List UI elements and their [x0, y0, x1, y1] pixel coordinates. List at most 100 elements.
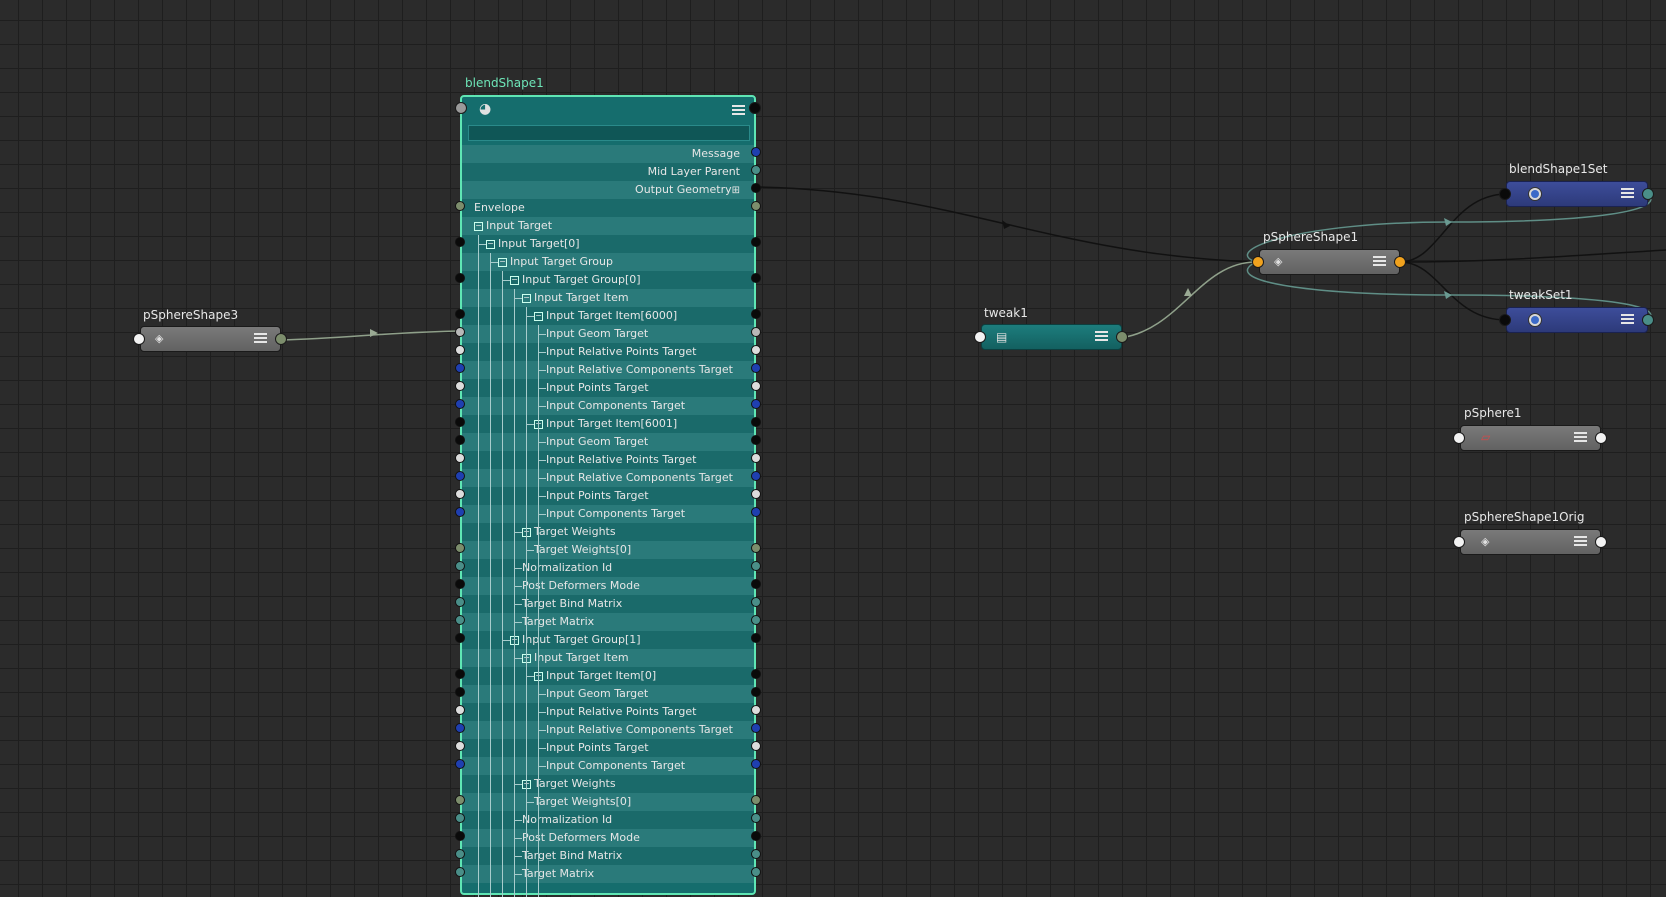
attribute-output-port[interactable]	[751, 435, 761, 445]
attribute-row[interactable]: Post Deformers Mode	[462, 577, 754, 595]
attribute-row[interactable]: Input Components Target	[462, 757, 754, 775]
expand-icon[interactable]: ⊞	[732, 185, 740, 196]
tweak1-input-port[interactable]	[974, 331, 986, 343]
attribute-row[interactable]: −Input Target Item[6001]	[462, 415, 754, 433]
attribute-output-port[interactable]	[751, 705, 761, 715]
attribute-menu-icon[interactable]	[732, 105, 745, 117]
attribute-output-port[interactable]	[751, 363, 761, 373]
attribute-row[interactable]: − Input Target Group[0]	[462, 271, 754, 289]
attribute-output-port[interactable]	[751, 201, 761, 211]
attribute-row[interactable]: Output Geometry⊞	[462, 181, 754, 199]
attribute-row[interactable]: −Target Weights	[462, 775, 754, 793]
psphere1-node[interactable]: ▱	[1460, 425, 1601, 451]
collapse-icon[interactable]: −	[474, 221, 483, 231]
attribute-row[interactable]: Target Weights[0]	[462, 793, 754, 811]
attribute-output-port[interactable]	[751, 867, 761, 877]
psphereshape1-input-port[interactable]	[1252, 256, 1264, 268]
attribute-input-port[interactable]	[455, 597, 465, 607]
attribute-row[interactable]: Normalization Id	[462, 559, 754, 577]
attribute-row[interactable]: Input Geom Target	[462, 685, 754, 703]
attribute-row[interactable]: −Target Weights	[462, 523, 754, 541]
attribute-output-port[interactable]	[751, 183, 761, 193]
attribute-output-port[interactable]	[751, 309, 761, 319]
attribute-row[interactable]: Target Matrix	[462, 613, 754, 631]
attribute-output-port[interactable]	[751, 561, 761, 571]
collapse-icon[interactable]: −	[486, 239, 495, 249]
psphereshape3-input-port[interactable]	[133, 333, 145, 345]
collapse-icon[interactable]: −	[498, 257, 507, 267]
tweakset1-node[interactable]	[1506, 307, 1648, 333]
psphereshape1orig-output-port[interactable]	[1595, 536, 1607, 548]
psphereshape1orig-input-port[interactable]	[1453, 536, 1465, 548]
attribute-input-port[interactable]	[455, 615, 465, 625]
attribute-input-port[interactable]	[455, 417, 465, 427]
attribute-input-port[interactable]	[455, 363, 465, 373]
attribute-row[interactable]: Post Deformers Mode	[462, 829, 754, 847]
tweak1-node[interactable]: ▤	[981, 324, 1122, 350]
attribute-row[interactable]: Input Relative Points Target	[462, 703, 754, 721]
psphereshape1-output-port[interactable]	[1394, 256, 1406, 268]
attribute-output-port[interactable]	[751, 615, 761, 625]
attribute-row[interactable]: − Input Target Group	[462, 253, 754, 271]
attribute-output-port[interactable]	[751, 489, 761, 499]
blendshape-output-port[interactable]	[749, 102, 761, 114]
attribute-row[interactable]: Target Matrix	[462, 865, 754, 883]
collapse-icon[interactable]: −	[534, 311, 543, 321]
attribute-output-port[interactable]	[751, 597, 761, 607]
attribute-row[interactable]: Input Geom Target	[462, 325, 754, 343]
attribute-input-port[interactable]	[455, 543, 465, 553]
attribute-input-port[interactable]	[455, 687, 465, 697]
attribute-menu-icon[interactable]	[1621, 188, 1634, 200]
attribute-row[interactable]: −Input Target Group[1]	[462, 631, 754, 649]
blendshape1set-node[interactable]	[1506, 181, 1648, 207]
attribute-menu-icon[interactable]	[1095, 331, 1108, 343]
attribute-input-port[interactable]	[455, 435, 465, 445]
attribute-output-port[interactable]	[751, 723, 761, 733]
attribute-menu-icon[interactable]	[1621, 314, 1634, 326]
attribute-output-port[interactable]	[751, 579, 761, 589]
attribute-input-port[interactable]	[455, 741, 465, 751]
attribute-input-port[interactable]	[455, 561, 465, 571]
attribute-input-port[interactable]	[455, 381, 465, 391]
attribute-row[interactable]: Mid Layer Parent	[462, 163, 754, 181]
attribute-input-port[interactable]	[455, 813, 465, 823]
attribute-input-port[interactable]	[455, 723, 465, 733]
attribute-row[interactable]: −Input Target Item	[462, 649, 754, 667]
tweak1-output-port[interactable]	[1116, 331, 1128, 343]
attribute-filter-field[interactable]	[468, 125, 750, 141]
attribute-output-port[interactable]	[751, 795, 761, 805]
attribute-input-port[interactable]	[455, 273, 465, 283]
psphereshape3-node[interactable]: ◈	[140, 326, 281, 352]
attribute-input-port[interactable]	[455, 237, 465, 247]
attribute-row[interactable]: Input Relative Components Target	[462, 361, 754, 379]
tweakset1-input-port[interactable]	[1499, 314, 1511, 326]
attribute-output-port[interactable]	[751, 345, 761, 355]
psphere1-output-port[interactable]	[1595, 432, 1607, 444]
attribute-input-port[interactable]	[455, 831, 465, 841]
attribute-input-port[interactable]	[455, 309, 465, 319]
blendshape-node[interactable]: ◕ Message Mid Layer Parent Output Geometry…	[460, 95, 756, 897]
attribute-input-port[interactable]	[455, 633, 465, 643]
attribute-input-port[interactable]	[455, 201, 465, 211]
attribute-row[interactable]: Envelope	[462, 199, 754, 217]
psphereshape1-node[interactable]: ◈	[1259, 249, 1400, 275]
attribute-menu-icon[interactable]	[1373, 256, 1386, 268]
attribute-row[interactable]: Input Relative Points Target	[462, 343, 754, 361]
attribute-input-port[interactable]	[455, 327, 465, 337]
tweakset1-output-port[interactable]	[1642, 314, 1654, 326]
attribute-row[interactable]: Target Weights[0]	[462, 541, 754, 559]
attribute-output-port[interactable]	[751, 327, 761, 337]
attribute-row[interactable]: Input Relative Points Target	[462, 451, 754, 469]
attribute-row[interactable]: −Input Target Item	[462, 289, 754, 307]
blendshape-input-port[interactable]	[455, 102, 467, 114]
attribute-output-port[interactable]	[751, 147, 761, 157]
blendshape1set-input-port[interactable]	[1499, 188, 1511, 200]
attribute-output-port[interactable]	[751, 237, 761, 247]
attribute-row[interactable]: − Input Target	[462, 217, 754, 235]
attribute-row[interactable]: Input Components Target	[462, 397, 754, 415]
attribute-row[interactable]: Input Points Target	[462, 739, 754, 757]
attribute-output-port[interactable]	[751, 741, 761, 751]
attribute-output-port[interactable]	[751, 399, 761, 409]
attribute-output-port[interactable]	[751, 831, 761, 841]
collapse-icon[interactable]: −	[522, 293, 531, 303]
